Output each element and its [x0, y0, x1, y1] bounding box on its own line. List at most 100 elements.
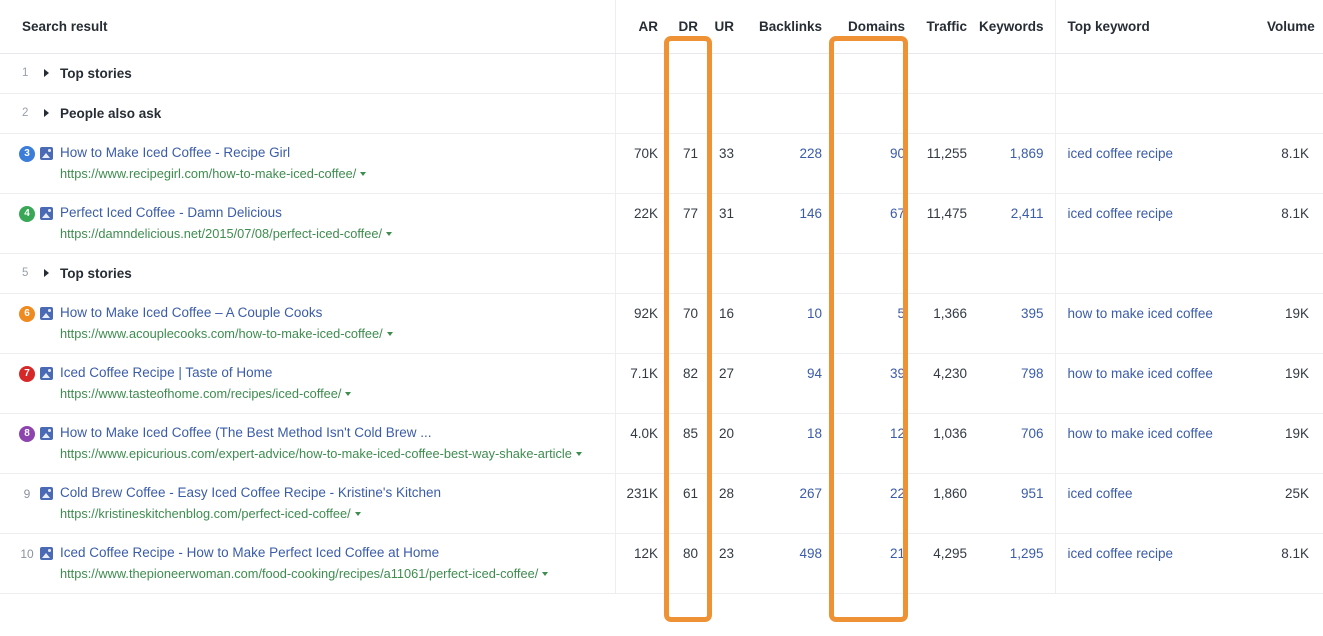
- top-keyword-link[interactable]: iced coffee recipe: [1068, 206, 1174, 221]
- cell-backlinks-link[interactable]: 498: [799, 546, 822, 561]
- cell-backlinks-link[interactable]: 10: [807, 306, 822, 321]
- result-url[interactable]: https://www.thepioneerwoman.com/food-coo…: [60, 564, 605, 583]
- result-title-link[interactable]: How to Make Iced Coffee - Recipe Girl: [60, 145, 605, 161]
- result-url[interactable]: https://www.tasteofhome.com/recipes/iced…: [60, 384, 605, 403]
- top-keyword-link[interactable]: iced coffee recipe: [1068, 546, 1174, 561]
- chevron-down-icon[interactable]: [542, 572, 548, 576]
- cell-backlinks[interactable]: 18: [745, 413, 833, 473]
- column-header-top-keyword[interactable]: Top keyword: [1055, 0, 1267, 53]
- cell-top-keyword[interactable]: how to make iced coffee: [1055, 413, 1267, 473]
- cell-domains-link[interactable]: 5: [897, 306, 905, 321]
- cell-backlinks[interactable]: 267: [745, 473, 833, 533]
- cell-backlinks[interactable]: 10: [745, 293, 833, 353]
- result-url[interactable]: https://www.acouplecooks.com/how-to-make…: [60, 324, 605, 343]
- cell-domains[interactable]: 21: [833, 533, 915, 593]
- cell-domains-link[interactable]: 39: [890, 366, 905, 381]
- empty-cell: [1267, 93, 1323, 133]
- result-title-link[interactable]: Iced Coffee Recipe | Taste of Home: [60, 365, 605, 381]
- cell-keywords-link[interactable]: 395: [1021, 306, 1044, 321]
- column-header-volume[interactable]: Volume: [1267, 0, 1323, 53]
- chevron-right-icon[interactable]: [44, 109, 49, 117]
- cell-top-keyword[interactable]: how to make iced coffee: [1055, 293, 1267, 353]
- cell-backlinks-link[interactable]: 228: [799, 146, 822, 161]
- cell-keywords[interactable]: 706: [977, 413, 1055, 473]
- cell-keywords[interactable]: 1,869: [977, 133, 1055, 193]
- chevron-right-icon[interactable]: [44, 269, 49, 277]
- cell-top-keyword[interactable]: iced coffee recipe: [1055, 193, 1267, 253]
- serp-feature-cell[interactable]: 2People also ask: [0, 93, 615, 133]
- cell-domains-link[interactable]: 22: [890, 486, 905, 501]
- top-keyword-link[interactable]: how to make iced coffee: [1068, 426, 1213, 441]
- chevron-down-icon[interactable]: [576, 452, 582, 456]
- result-title-link[interactable]: Iced Coffee Recipe - How to Make Perfect…: [60, 545, 605, 561]
- cell-keywords-link[interactable]: 1,869: [1010, 146, 1044, 161]
- cell-backlinks-link[interactable]: 18: [807, 426, 822, 441]
- chevron-down-icon[interactable]: [355, 512, 361, 516]
- result-url-text: https://kristineskitchenblog.com/perfect…: [60, 506, 351, 521]
- column-header-keywords[interactable]: Keywords: [977, 0, 1055, 53]
- cell-top-keyword[interactable]: how to make iced coffee: [1055, 353, 1267, 413]
- cell-domains-link[interactable]: 21: [890, 546, 905, 561]
- top-keyword-link[interactable]: iced coffee recipe: [1068, 146, 1174, 161]
- cell-keywords-link[interactable]: 1,295: [1010, 546, 1044, 561]
- column-header-domains[interactable]: Domains: [833, 0, 915, 53]
- cell-keywords-link[interactable]: 706: [1021, 426, 1044, 441]
- cell-domains-link[interactable]: 90: [890, 146, 905, 161]
- chevron-down-icon[interactable]: [387, 332, 393, 336]
- top-keyword-link[interactable]: iced coffee: [1068, 486, 1133, 501]
- cell-keywords[interactable]: 798: [977, 353, 1055, 413]
- column-header-ar[interactable]: AR: [615, 0, 667, 53]
- column-header-traffic[interactable]: Traffic: [915, 0, 977, 53]
- column-header-search-result[interactable]: Search result: [0, 0, 615, 53]
- column-header-backlinks[interactable]: Backlinks: [745, 0, 833, 53]
- serp-feature-row[interactable]: 2People also ask: [0, 93, 1323, 133]
- favicon-image-icon: [40, 427, 53, 440]
- cell-backlinks-link[interactable]: 267: [799, 486, 822, 501]
- result-title-link[interactable]: Perfect Iced Coffee - Damn Delicious: [60, 205, 605, 221]
- chevron-down-icon[interactable]: [360, 172, 366, 176]
- cell-backlinks[interactable]: 228: [745, 133, 833, 193]
- cell-top-keyword[interactable]: iced coffee: [1055, 473, 1267, 533]
- cell-domains[interactable]: 22: [833, 473, 915, 533]
- cell-keywords[interactable]: 951: [977, 473, 1055, 533]
- serp-feature-row[interactable]: 1Top stories: [0, 53, 1323, 93]
- cell-top-keyword[interactable]: iced coffee recipe: [1055, 533, 1267, 593]
- result-title-link[interactable]: Cold Brew Coffee - Easy Iced Coffee Reci…: [60, 485, 605, 501]
- cell-keywords[interactable]: 1,295: [977, 533, 1055, 593]
- cell-keywords-link[interactable]: 2,411: [1011, 206, 1044, 221]
- cell-domains[interactable]: 5: [833, 293, 915, 353]
- cell-volume: 25K: [1267, 473, 1323, 533]
- serp-feature-cell[interactable]: 1Top stories: [0, 53, 615, 93]
- cell-backlinks-link[interactable]: 146: [799, 206, 822, 221]
- cell-domains-link[interactable]: 67: [890, 206, 905, 221]
- result-url[interactable]: https://damndelicious.net/2015/07/08/per…: [60, 224, 605, 243]
- serp-feature-cell[interactable]: 5Top stories: [0, 253, 615, 293]
- top-keyword-link[interactable]: how to make iced coffee: [1068, 366, 1213, 381]
- result-url[interactable]: https://www.recipegirl.com/how-to-make-i…: [60, 164, 605, 183]
- cell-domains[interactable]: 39: [833, 353, 915, 413]
- result-title-link[interactable]: How to Make Iced Coffee – A Couple Cooks: [60, 305, 605, 321]
- cell-keywords[interactable]: 395: [977, 293, 1055, 353]
- column-header-ur[interactable]: UR: [707, 0, 745, 53]
- cell-keywords[interactable]: 2,411: [977, 193, 1055, 253]
- cell-backlinks-link[interactable]: 94: [807, 366, 822, 381]
- cell-domains[interactable]: 12: [833, 413, 915, 473]
- result-url[interactable]: https://kristineskitchenblog.com/perfect…: [60, 504, 605, 523]
- chevron-down-icon[interactable]: [386, 232, 392, 236]
- cell-top-keyword[interactable]: iced coffee recipe: [1055, 133, 1267, 193]
- result-title-link[interactable]: How to Make Iced Coffee (The Best Method…: [60, 425, 605, 441]
- chevron-down-icon[interactable]: [345, 392, 351, 396]
- column-header-dr[interactable]: DR: [667, 0, 707, 53]
- cell-domains[interactable]: 90: [833, 133, 915, 193]
- top-keyword-link[interactable]: how to make iced coffee: [1068, 306, 1213, 321]
- chevron-right-icon[interactable]: [44, 69, 49, 77]
- result-url[interactable]: https://www.epicurious.com/expert-advice…: [60, 444, 605, 463]
- cell-backlinks[interactable]: 146: [745, 193, 833, 253]
- cell-domains-link[interactable]: 12: [890, 426, 905, 441]
- cell-backlinks[interactable]: 94: [745, 353, 833, 413]
- cell-keywords-link[interactable]: 798: [1021, 366, 1044, 381]
- cell-backlinks[interactable]: 498: [745, 533, 833, 593]
- cell-domains[interactable]: 67: [833, 193, 915, 253]
- serp-feature-row[interactable]: 5Top stories: [0, 253, 1323, 293]
- cell-keywords-link[interactable]: 951: [1021, 486, 1044, 501]
